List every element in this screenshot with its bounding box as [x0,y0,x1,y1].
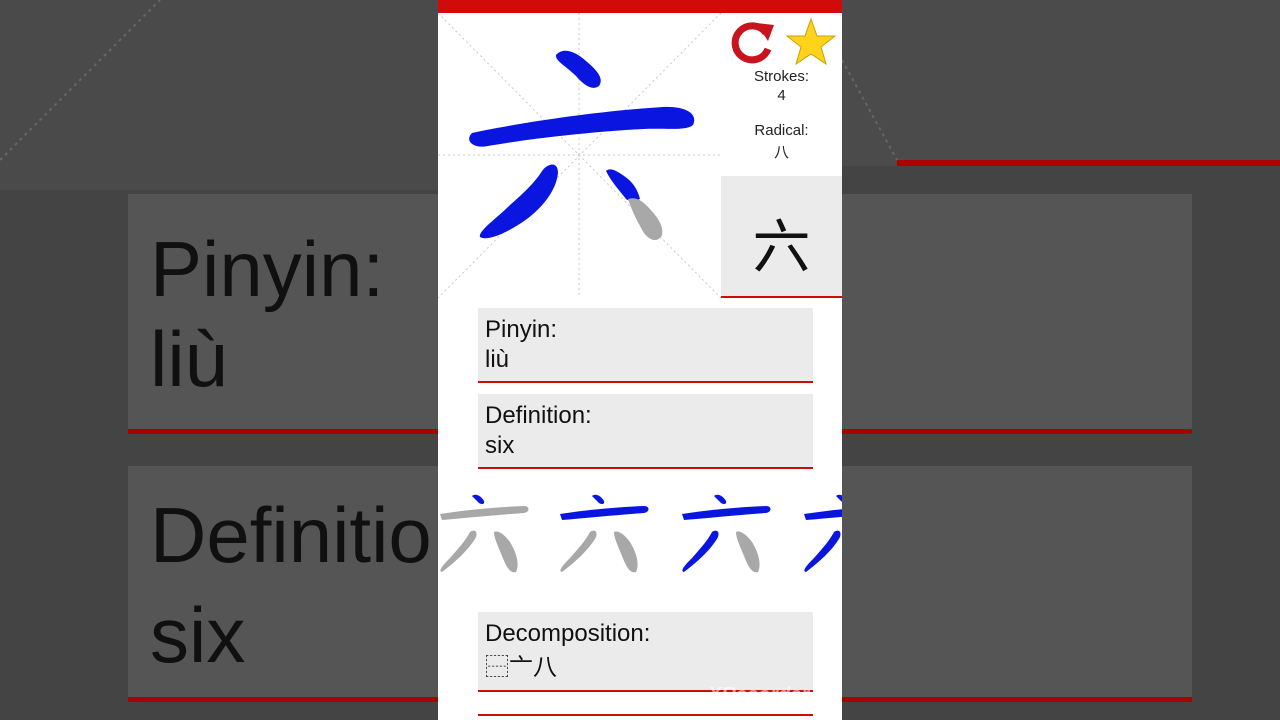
character-box-underline [721,296,842,298]
bg-pinyin-label: Pinyin: [150,225,385,313]
definition-card: Definition: six [478,394,813,469]
stroke-step-2 [560,494,649,573]
definition-label: Definition: [485,402,592,429]
definition-value: six [485,432,515,459]
stroke-step-1 [440,494,529,573]
phone-screen: Strokes: 4 Radical: 八 六 Pinyin: liù Defi… [438,0,842,720]
stroke-step-3 [682,494,771,573]
character-glyph: 六 [752,213,811,281]
decomposition-label: Decomposition: [485,620,651,647]
replay-icon[interactable] [726,19,776,65]
bg-divider [897,160,1280,166]
card-underline [478,381,813,383]
character-box[interactable]: 六 [721,176,842,296]
decomposition-card: Decomposition: ⿱亠八 [478,612,813,692]
stroke-right-dot-pending [628,198,663,241]
bg-definition-value: six [150,591,246,679]
bg-char-box: 六 [842,0,1280,166]
stroke-right-dot-done [606,169,640,201]
pinyin-value: liù [485,346,510,373]
strokes-value: 4 [777,87,786,104]
card-underline [478,467,813,469]
stroke-horizontal [469,106,695,147]
next-card-edge [478,714,813,720]
pinyin-label: Pinyin: [485,316,558,343]
stroke-canvas[interactable] [438,13,721,298]
radical-label: Radical: [754,122,809,139]
bg-definition-label: Definitio [150,491,432,579]
top-bar [438,0,842,13]
recorder-watermark: XRecorder [708,684,810,706]
pinyin-card: Pinyin: liù [478,308,813,383]
stroke-order-strip[interactable] [438,484,842,584]
strokes-label: Strokes: [753,68,810,85]
stroke-left-fall [479,164,558,239]
bg-guide-line-right [842,59,898,161]
stroke-step-4 [804,494,842,572]
decomposition-value: ⿱亠八 [485,654,557,681]
star-icon[interactable] [784,17,838,67]
radical-value: 八 [773,144,789,161]
stroke-dot [555,50,601,88]
bg-pinyin-value: liù [150,315,229,403]
bg-guide-line [0,0,161,161]
